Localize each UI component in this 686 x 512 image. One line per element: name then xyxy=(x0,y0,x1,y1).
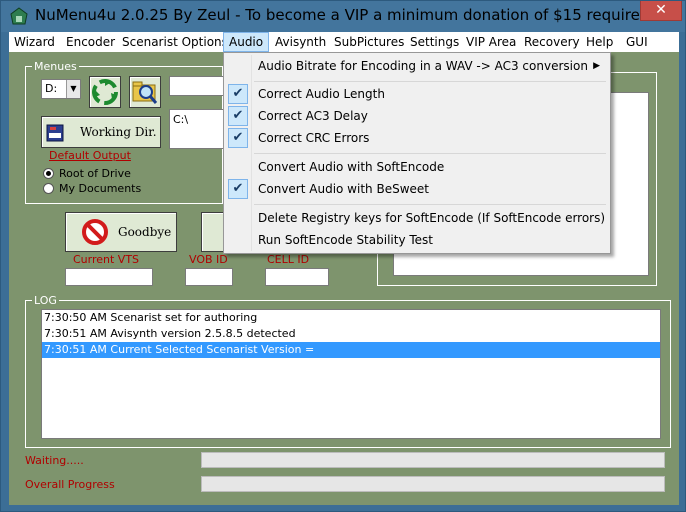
audio-dropdown-menu: Audio Bitrate for Encoding in a WAV -> A… xyxy=(223,52,611,254)
current-vts-label: Current VTS xyxy=(73,253,140,266)
menu-recovery[interactable]: Recovery xyxy=(519,32,585,52)
numenu-app-icon xyxy=(10,7,28,25)
menu-bar: Wizard Encoder Scenarist Options Audio A… xyxy=(9,32,679,52)
path-input[interactable] xyxy=(169,76,227,96)
working-dir-button[interactable]: Working Dir. xyxy=(41,116,161,148)
recycle-button[interactable] xyxy=(89,76,121,108)
menu-item-label: Convert Audio with BeSweet xyxy=(258,182,429,196)
overall-progress-bar xyxy=(201,476,665,492)
menu-wizard[interactable]: Wizard xyxy=(9,32,60,52)
menu-item-audio-bitrate[interactable]: Audio Bitrate for Encoding in a WAV -> A… xyxy=(226,55,608,77)
check-icon: ✔ xyxy=(228,128,248,148)
browse-folder-button[interactable] xyxy=(129,76,161,108)
title-bar[interactable]: NuMenu4u 2.0.25 By Zeul - To become a VI… xyxy=(1,1,685,32)
no-entry-icon xyxy=(82,219,108,245)
path-value: C:\ xyxy=(173,113,189,126)
menu-item-run-stability-test[interactable]: Run SoftEncode Stability Test xyxy=(226,229,608,251)
magnifier-folder-icon xyxy=(132,81,158,104)
cell-id-field[interactable] xyxy=(265,268,329,286)
waiting-progress-bar xyxy=(201,452,665,468)
menu-item-label: Correct CRC Errors xyxy=(258,131,370,145)
recycle-icon xyxy=(92,79,118,105)
menu-item-label: Correct Audio Length xyxy=(258,87,385,101)
check-icon: ✔ xyxy=(228,106,248,126)
menu-item-correct-crc-errors[interactable]: ✔ Correct CRC Errors xyxy=(226,127,608,149)
menu-audio[interactable]: Audio xyxy=(223,32,270,52)
menu-item-label: Correct AC3 Delay xyxy=(258,109,368,123)
app-window: NuMenu4u 2.0.25 By Zeul - To become a VI… xyxy=(0,0,686,512)
current-vts-field[interactable] xyxy=(65,268,153,286)
menu-separator xyxy=(254,81,606,82)
vob-id-field[interactable] xyxy=(185,268,233,286)
submenu-arrow-icon: ▶ xyxy=(593,61,600,71)
goodbye-label: Goodbye xyxy=(118,225,172,239)
close-button[interactable]: ✕ xyxy=(640,1,682,21)
menu-subpictures[interactable]: SubPictures xyxy=(329,32,409,52)
log-legend: LOG xyxy=(34,294,57,307)
menues-legend: Menues xyxy=(34,60,77,73)
drive-select[interactable]: D: ▼ xyxy=(41,79,81,99)
waiting-label: Waiting..... xyxy=(25,454,84,467)
menu-separator xyxy=(254,204,606,205)
menu-settings[interactable]: Settings xyxy=(405,32,464,52)
menu-item-convert-softencode[interactable]: Convert Audio with SoftEncode xyxy=(226,156,608,178)
menu-item-label: Delete Registry keys for SoftEncode (If … xyxy=(258,211,606,225)
menu-gui[interactable]: GUI xyxy=(621,32,653,52)
log-list[interactable]: 7:30:50 AM Scenarist set for authoring 7… xyxy=(41,309,661,439)
menu-item-convert-besweet[interactable]: ✔ Convert Audio with BeSweet xyxy=(226,178,608,200)
menu-help[interactable]: Help xyxy=(581,32,618,52)
menu-avisynth[interactable]: Avisynth xyxy=(270,32,331,52)
overall-progress-label: Overall Progress xyxy=(25,478,115,491)
menu-item-correct-ac3-delay[interactable]: ✔ Correct AC3 Delay xyxy=(226,105,608,127)
log-line-selected[interactable]: 7:30:51 AM Current Selected Scenarist Ve… xyxy=(42,342,660,358)
menu-item-delete-registry-keys[interactable]: Delete Registry keys for SoftEncode (If … xyxy=(226,207,608,229)
goodbye-button[interactable]: Goodbye xyxy=(65,212,177,252)
dvd-drive-icon xyxy=(46,124,64,142)
vob-id-label: VOB ID xyxy=(189,253,228,266)
menu-vip-area[interactable]: VIP Area xyxy=(461,32,521,52)
radio-button-off[interactable] xyxy=(43,183,54,194)
window-title: NuMenu4u 2.0.25 By Zeul - To become a VI… xyxy=(35,6,650,24)
menu-item-label: Convert Audio with SoftEncode xyxy=(258,160,445,174)
check-icon: ✔ xyxy=(228,179,248,199)
close-icon: ✕ xyxy=(655,2,667,18)
log-line[interactable]: 7:30:50 AM Scenarist set for authoring xyxy=(42,310,660,326)
menu-item-correct-audio-length[interactable]: ✔ Correct Audio Length xyxy=(226,83,608,105)
working-dir-label: Working Dir. xyxy=(80,125,157,139)
menu-scenarist-options[interactable]: Scenarist Options xyxy=(117,32,233,52)
drive-select-value: D: xyxy=(45,82,58,95)
radio-root-label: Root of Drive xyxy=(59,167,131,180)
path-textbox[interactable]: C:\ xyxy=(169,109,227,149)
radio-root-of-drive[interactable]: Root of Drive xyxy=(43,167,131,180)
radio-docs-label: My Documents xyxy=(59,182,142,195)
default-output-link[interactable]: Default Output xyxy=(49,149,131,162)
radio-my-documents[interactable]: My Documents xyxy=(43,182,141,195)
menu-item-label: Audio Bitrate for Encoding in a WAV -> A… xyxy=(258,59,588,73)
log-line[interactable]: 7:30:51 AM Avisynth version 2.5.8.5 dete… xyxy=(42,326,660,342)
cell-id-label: CELL ID xyxy=(267,253,310,266)
menu-separator xyxy=(254,153,606,154)
chevron-down-icon[interactable]: ▼ xyxy=(66,80,80,98)
radio-button-on[interactable] xyxy=(43,168,54,179)
check-icon: ✔ xyxy=(228,84,248,104)
menu-item-label: Run SoftEncode Stability Test xyxy=(258,233,433,247)
menu-encoder[interactable]: Encoder xyxy=(61,32,120,52)
